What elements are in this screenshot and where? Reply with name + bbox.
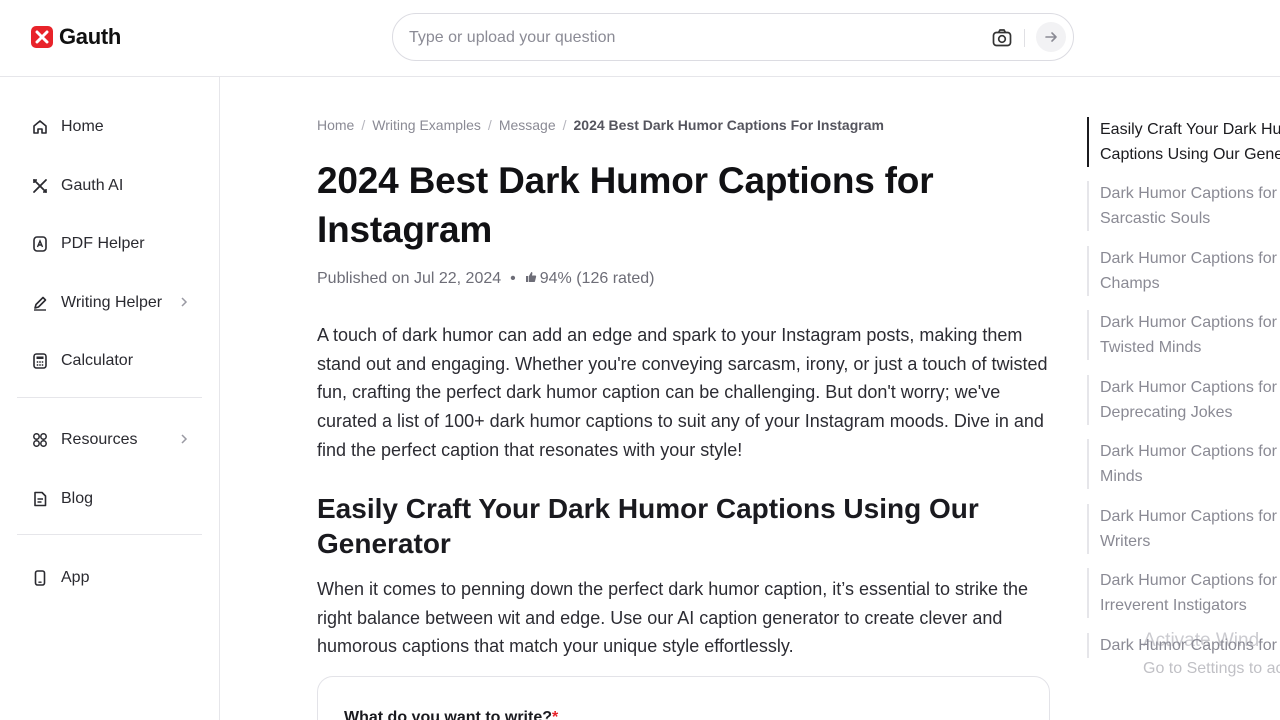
toc-item[interactable]: Dark Humor Captions for M Minds — [1087, 439, 1280, 489]
sidebar-divider — [17, 534, 202, 535]
search-input[interactable] — [409, 24, 969, 52]
top-header: Gauth — [0, 0, 1280, 77]
activation-watermark-hint: Go to Settings to ac — [1143, 660, 1280, 677]
sidebar-item-writing-helper[interactable]: Writing Helper — [30, 288, 195, 318]
calculator-icon — [30, 351, 50, 371]
submit-button[interactable] — [1036, 22, 1066, 52]
breadcrumb-link-message[interactable]: Message — [499, 117, 556, 133]
caption-generator-card: What do you want to write?* — [317, 676, 1050, 720]
home-icon — [30, 117, 50, 137]
toc-item[interactable]: Easily Craft Your Dark Hum Captions Using… — [1087, 117, 1280, 167]
sidebar-item-resources[interactable]: Resources — [30, 425, 195, 455]
pen-icon — [30, 293, 50, 313]
toc-item[interactable]: Dark Humor Captions for S Deprecating Jok… — [1087, 375, 1280, 425]
rating: 94% (126 rated) — [539, 270, 655, 287]
toc-item[interactable]: Dark Humor Captions for Twisted Minds — [1087, 310, 1280, 360]
brand-name: Gauth — [59, 24, 122, 49]
gauth-logo-icon — [31, 26, 53, 48]
gauth-logo[interactable]: Gauth — [31, 24, 121, 50]
breadcrumb-link-writing-examples[interactable]: Writing Examples — [372, 117, 481, 133]
sidebar-item-label: Writing Helper — [61, 294, 163, 311]
arrow-right-icon — [1045, 32, 1057, 42]
thumbs-up-icon — [525, 270, 537, 288]
sidebar-item-gauth-ai[interactable]: Gauth AI — [30, 171, 195, 201]
sidebar-item-blog[interactable]: Blog — [30, 484, 195, 514]
toc-item[interactable]: Dark Humor Captions for Sarcastic Souls — [1087, 181, 1280, 231]
published-date: Published on Jul 22, 2024 — [317, 270, 502, 287]
sidebar-item-label: Blog — [61, 490, 94, 507]
grid-icon — [30, 430, 50, 450]
sidebar-item-label: App — [61, 569, 90, 586]
section-paragraph: When it comes to penning down the perfec… — [317, 579, 1029, 657]
search-divider — [1024, 29, 1025, 47]
sidebar-item-app[interactable]: App — [30, 563, 195, 593]
section-heading: Easily Craft Your Dark Humor Captions Us… — [317, 493, 979, 559]
phone-icon — [30, 568, 50, 588]
sidebar-item-label: Calculator — [61, 352, 134, 369]
intro-paragraph: A touch of dark humor can add an edge an… — [317, 325, 1048, 460]
breadcrumb: Home / Writing Examples / Message/2024 Best … — [317, 117, 884, 133]
form-label: What do you want to write?* — [344, 709, 558, 720]
chevron-right-icon — [179, 432, 189, 451]
breadcrumb-link-home[interactable]: Home — [317, 117, 354, 133]
sidebar-item-calculator[interactable]: Calculator — [30, 346, 195, 376]
page-title: 2024 Best Dark Humor Captions for Instag… — [317, 160, 934, 250]
meta-separator: • — [510, 270, 516, 287]
sidebar-item-label: Home — [61, 118, 104, 135]
required-marker: * — [551, 709, 559, 720]
article-meta: Published on Jul 22, 2024 • 94% (126 rat… — [317, 270, 654, 288]
sidebar-item-label: Gauth AI — [61, 177, 124, 194]
camera-icon[interactable] — [991, 27, 1013, 49]
sidebar-item-pdf-helper[interactable]: PDF Helper — [30, 229, 195, 259]
sidebar-divider — [17, 397, 202, 398]
toc-item[interactable]: Dark Humor Captions for Ir Champs — [1087, 246, 1280, 296]
toc-item[interactable]: Dark Humor Captions for Irreverent Instig… — [1087, 568, 1280, 618]
search-bar — [392, 13, 1074, 61]
activation-watermark: Activate Wind — [1143, 630, 1260, 651]
sidebar: Home Gauth AI PDF Helper Writing Helper … — [0, 77, 220, 720]
toc-item[interactable]: Dark Humor Captions for W Writers — [1087, 504, 1280, 554]
sidebar-item-label: Resources — [61, 431, 138, 448]
sidebar-item-label: PDF Helper — [61, 235, 145, 252]
blog-icon — [30, 489, 50, 509]
breadcrumb-current: 2024 Best Dark Humor Captions For Instag… — [573, 117, 884, 133]
pdf-icon — [30, 234, 50, 254]
gauth-ai-icon — [30, 176, 50, 196]
sidebar-item-home[interactable]: Home — [30, 112, 195, 142]
chevron-right-icon — [179, 295, 189, 314]
